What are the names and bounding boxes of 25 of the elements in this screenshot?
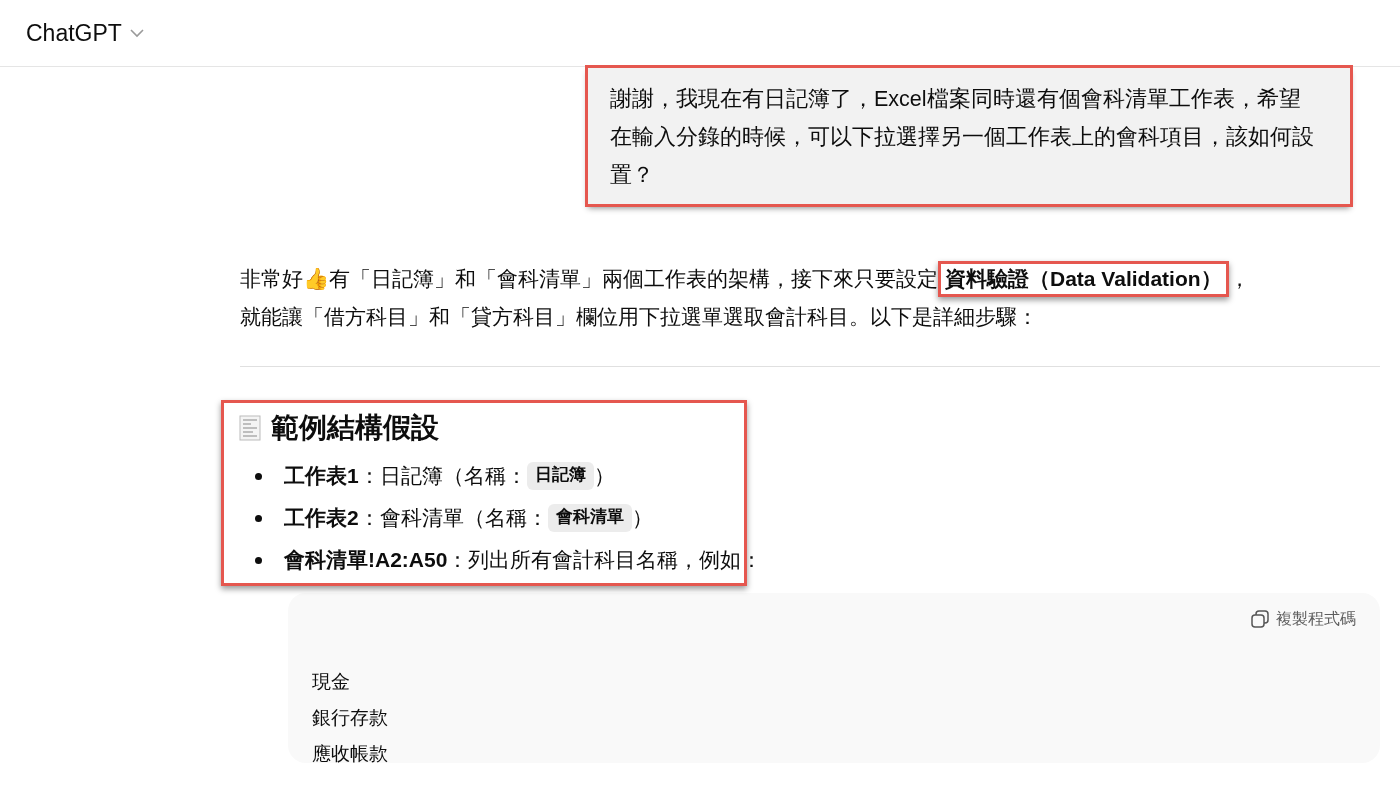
inline-code: 會科清單 <box>547 504 632 532</box>
highlighted-phrase: 資料驗證（Data Validation） <box>938 261 1229 297</box>
code-line: 銀行存款 <box>312 707 388 732</box>
user-message-bubble: 謝謝，我現在有日記簿了，Excel檔案同時還有個會科清單工作表，希望在輸入分錄的時候，可以下拉選擇另一個工作表上的會科項目，該如何設置？ <box>588 68 1350 204</box>
copy-code-button[interactable]: 複製程式碼 <box>1250 607 1356 631</box>
item-label: 會科清單!A2:A50 <box>284 547 448 574</box>
section-heading: 範例結構假設 <box>271 411 439 445</box>
item-text: ：日記簿（名稱： <box>358 463 527 490</box>
code-line: 應收帳款 <box>312 743 388 768</box>
bullet-icon <box>255 472 262 480</box>
item-text: ） <box>631 505 653 532</box>
app-title[interactable]: ChatGPT <box>26 15 122 51</box>
copy-icon <box>1250 609 1270 629</box>
item-text: ：會科清單（名稱： <box>358 505 548 532</box>
code-line: 現金 <box>312 671 350 696</box>
bullet-icon <box>255 556 262 564</box>
item-text: ：列出所有會計科目名稱，例如： <box>447 547 763 574</box>
item-label: 工作表1 <box>284 463 359 490</box>
chevron-down-icon[interactable] <box>129 28 144 38</box>
reply-paragraph: 非常好👍有「日記簿」和「會科清單」兩個工作表的架構，接下來只要設定資料驗證（Data Validation），就能讓「借方科目」和「貸方科目」欄位用下拉選單選取會計科目。以下是詳細步驟： <box>240 260 1260 336</box>
bullet-icon <box>255 514 262 522</box>
item-text: ） <box>593 463 615 490</box>
receipt-icon <box>237 415 263 441</box>
item-label: 工作表2 <box>284 505 359 532</box>
inline-code: 日記簿 <box>526 462 594 490</box>
